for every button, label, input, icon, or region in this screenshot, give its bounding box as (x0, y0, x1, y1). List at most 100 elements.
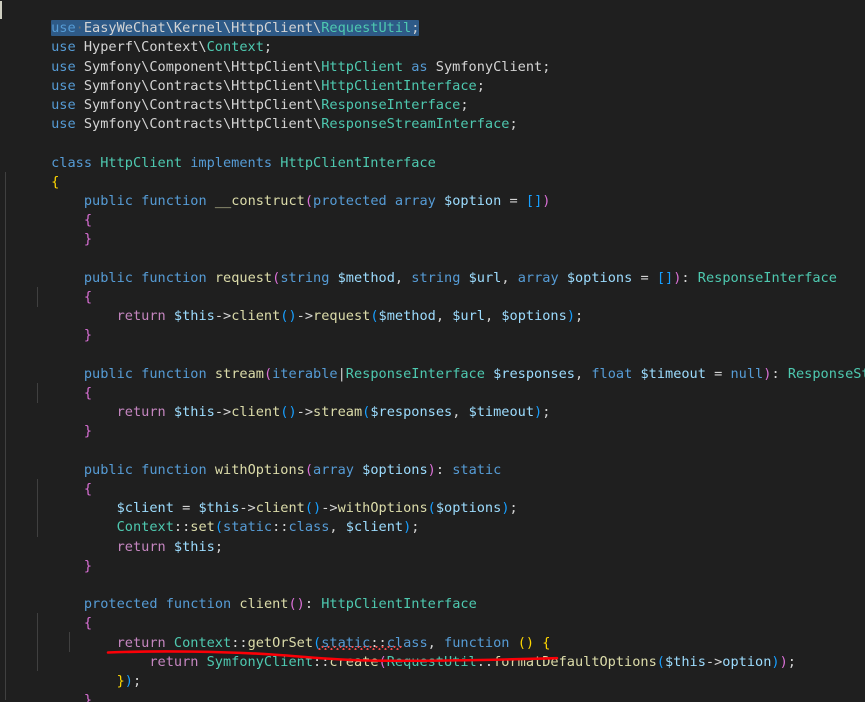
code-line-6[interactable]: use Symfony\Contracts\HttpClient\Respons… (0, 96, 518, 132)
token-assign: = (509, 193, 518, 209)
token-method-withoptions: withOptions (214, 461, 305, 478)
token-interface-responsestreaminterface: ResponseStreamInterface (321, 116, 510, 133)
token-function-keyword: function (141, 365, 207, 382)
code-line-25[interactable]: { (0, 461, 92, 497)
token-class-requestutil: RequestUtil (386, 653, 477, 670)
token-var-option: $option (444, 193, 502, 209)
token-return-keyword: return (116, 538, 166, 555)
code-line-27[interactable]: Context::set(static::class, $client); (0, 499, 420, 535)
token-return-keyword: return (149, 653, 199, 670)
token-var-method: $method (337, 269, 395, 286)
token-semicolon: ; (411, 519, 420, 536)
code-line-9[interactable]: { (0, 154, 59, 190)
token-semicolon: ; (787, 653, 796, 670)
code-line-24[interactable]: public function withOptions(array $optio… (0, 442, 501, 478)
token-method-stream: stream (313, 404, 363, 421)
token-returntype-httpclientinterface: HttpClientInterface (321, 596, 477, 613)
token-parens: () (280, 308, 297, 325)
token-double-colon: :: (313, 653, 330, 670)
token-double-colon: :: (272, 519, 289, 536)
code-line-12[interactable]: } (0, 211, 92, 247)
code-line-17[interactable]: } (0, 307, 92, 343)
token-arg-method: $method (378, 308, 436, 325)
token-union-pipe: | (337, 365, 346, 382)
token-function-keyword: function (141, 269, 207, 286)
token-class-symfonyclient: SymfonyClient (206, 653, 314, 670)
code-line-18[interactable] (0, 326, 2, 345)
code-line-35[interactable]: }); (0, 653, 142, 689)
token-var-options: $options (566, 269, 633, 286)
token-returntype-responsestreaminterface: ResponseStreamInterface (787, 365, 865, 382)
token-var-this: $this (173, 308, 215, 325)
token-var-this: $this (173, 404, 215, 421)
code-line-31[interactable]: protected function client(): HttpClientI… (0, 576, 477, 612)
code-line-13[interactable] (0, 230, 2, 249)
token-var-url: $url (468, 269, 502, 286)
code-line-20[interactable]: { (0, 365, 92, 401)
token-colon: : (435, 461, 445, 478)
token-brace-close: } (83, 423, 93, 440)
text-caret (0, 1, 2, 19)
token-var-this: $this (664, 653, 706, 670)
code-line-1[interactable]: use·EasyWeChat\Kernel\HttpClient\Request… (0, 0, 420, 37)
token-arg-client: $client (345, 519, 404, 536)
code-lines[interactable]: use·EasyWeChat\Kernel\HttpClient\Request… (0, 0, 865, 702)
token-brace-close-closure: } (116, 673, 125, 689)
token-assign: = (714, 365, 723, 382)
code-line-5[interactable]: use Symfony\Contracts\HttpClient\Respons… (0, 77, 468, 113)
code-line-37[interactable]: } (0, 691, 59, 702)
code-line-28[interactable]: return $this; (0, 518, 223, 555)
code-line-15[interactable]: { (0, 269, 92, 305)
token-arg-url: $url (452, 308, 485, 325)
code-line-32[interactable]: { (0, 595, 92, 631)
token-paren-open: ( (378, 653, 387, 670)
token-implements-keyword: implements (190, 154, 273, 171)
code-line-10[interactable]: public function __construct(protected ar… (0, 173, 551, 209)
token-comma: , (501, 269, 510, 286)
token-method-client: client (231, 308, 281, 325)
token-paren-close: ) (534, 404, 543, 421)
token-double-colon: :: (476, 653, 494, 670)
code-line-21[interactable]: return $this->client()->stream($response… (0, 384, 551, 420)
error-squiggle-requestutil (318, 646, 402, 650)
code-line-11[interactable]: { (0, 192, 92, 228)
token-array-type: array (313, 461, 354, 478)
code-line-3[interactable]: use Symfony\Component\HttpClient\HttpCli… (0, 38, 550, 75)
code-line-22[interactable]: } (0, 403, 92, 439)
token-paren-close: ) (501, 500, 510, 517)
token-arg-options: $options (435, 500, 502, 517)
code-line-23[interactable] (0, 422, 2, 441)
token-paren-open: ( (304, 461, 314, 478)
code-line-36[interactable]: } (0, 672, 92, 702)
token-arg-timeout: $timeout (468, 404, 535, 421)
token-array-type: array (517, 269, 559, 286)
token-assign: = (640, 269, 649, 286)
code-line-30[interactable] (0, 557, 2, 576)
token-method-client: client (231, 404, 281, 421)
token-brace-close: } (83, 327, 93, 344)
token-brace-close: } (83, 231, 93, 248)
token-function-keyword: function (141, 193, 207, 209)
code-line-19[interactable]: public function stream(iterable|Response… (0, 346, 865, 382)
token-array-type: array (394, 193, 436, 209)
code-line-14[interactable]: public function request(string $method, … (0, 250, 837, 286)
code-editor[interactable]: use·EasyWeChat\Kernel\HttpClient\Request… (0, 0, 865, 702)
code-line-7[interactable] (0, 115, 2, 134)
code-line-4[interactable]: use Symfony\Contracts\HttpClient\HttpCli… (0, 58, 485, 94)
code-line-16[interactable]: return $this->client()->request($method,… (0, 288, 584, 324)
code-line-29[interactable]: } (0, 538, 92, 574)
token-arrow: -> (214, 404, 232, 421)
token-brace-close: } (83, 557, 93, 574)
token-semicolon: ; (542, 404, 551, 421)
code-line-2[interactable]: use Hyperf\Context\Context; (0, 19, 272, 55)
token-paren-open: ( (656, 653, 665, 670)
token-iterable-type: iterable (272, 365, 338, 382)
token-type-responseinterface: ResponseInterface (345, 365, 485, 382)
code-line-26[interactable]: $client = $this->client()->withOptions($… (0, 480, 518, 516)
token-paren-close: ) (427, 461, 436, 478)
token-paren-open: ( (427, 500, 436, 517)
token-semicolon: ; (411, 20, 420, 37)
code-line-8[interactable]: class HttpClient implements HttpClientIn… (0, 134, 436, 171)
token-colon: : (681, 269, 690, 286)
code-line-33[interactable]: return Context::getOrSet(static::class, … (0, 614, 551, 651)
